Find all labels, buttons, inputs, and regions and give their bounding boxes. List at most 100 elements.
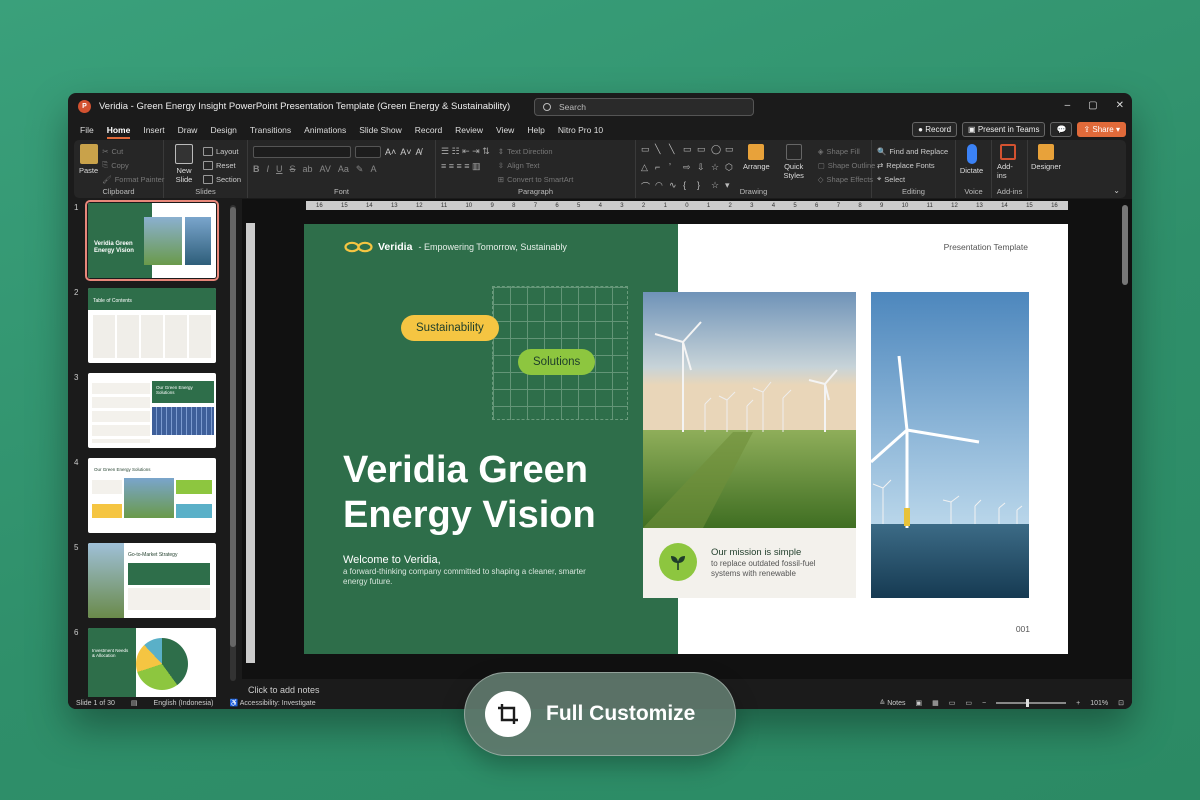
align-text-button[interactable]: ⇳ Align Text: [498, 158, 574, 172]
align-icons[interactable]: ≡ ≡ ≡ ≡ ▥: [441, 159, 490, 174]
notes-toggle[interactable]: ≙ Notes: [879, 699, 905, 707]
zoom-slider[interactable]: [996, 699, 1067, 707]
tab-slide-show[interactable]: Slide Show: [359, 122, 402, 138]
tab-transitions[interactable]: Transitions: [250, 122, 291, 138]
ruler-tick: 15: [340, 202, 348, 209]
cut-button[interactable]: ✂ Cut: [102, 144, 164, 158]
brand-tagline: - Empowering Tomorrow, Sustainably: [418, 242, 567, 252]
text-direction-button[interactable]: ⇕ Text Direction: [498, 144, 574, 158]
language-indicator[interactable]: English (Indonesia): [154, 700, 214, 707]
format-painter-button[interactable]: 🖌 Format Painter: [102, 172, 164, 186]
search-input[interactable]: Search: [534, 98, 754, 116]
shape-effects-button[interactable]: ◇ Shape Effects: [818, 172, 876, 186]
layout-button[interactable]: Layout: [203, 144, 241, 158]
copy-button[interactable]: ⎘ Copy: [102, 158, 164, 172]
editor-scrollbar[interactable]: [1122, 205, 1128, 285]
collapse-ribbon-icon[interactable]: ⌄: [1113, 186, 1120, 195]
addins-label: Add-ins: [997, 162, 1013, 180]
ribbon-tabs: File Home Insert Draw Design Transitions…: [68, 120, 1132, 140]
underline-icon[interactable]: U: [276, 164, 283, 175]
ruler-tick: 1: [706, 202, 711, 209]
tab-view[interactable]: View: [496, 122, 514, 138]
clipboard-group: Paste ✂ Cut ⎘ Copy 🖌 Format Painter Clip…: [74, 140, 164, 198]
slide-thumbnail-5[interactable]: Go-to-Market Strategy: [88, 543, 216, 618]
crop-icon-circle: [485, 691, 531, 737]
present-in-teams-button[interactable]: ▣ Present in Teams: [962, 122, 1046, 137]
thumbnails-scrollbar[interactable]: [230, 205, 236, 681]
grow-font-icon[interactable]: A˄: [385, 147, 396, 157]
replace-fonts-label: Replace Fonts: [886, 160, 935, 170]
fit-slide-icon[interactable]: ⊡: [1118, 699, 1124, 707]
tab-record[interactable]: Record: [415, 122, 442, 138]
slide-count: Slide 1 of 30: [76, 699, 115, 707]
ribbon: Paste ✂ Cut ⎘ Copy 🖌 Format Painter Clip…: [74, 140, 1126, 198]
designer-button[interactable]: Designer: [1031, 144, 1061, 171]
slide-sorter-icon[interactable]: ▦: [932, 699, 939, 707]
maximize-button[interactable]: ▢: [1088, 100, 1097, 111]
select-button[interactable]: ⌖ Select: [877, 172, 950, 186]
zoom-in-button[interactable]: +: [1076, 700, 1080, 707]
italic-icon[interactable]: I: [267, 164, 270, 175]
ruler-tick: 5: [577, 202, 581, 209]
addins-group-label: Add-ins: [996, 187, 1023, 196]
reset-button[interactable]: Reset: [203, 158, 241, 172]
tab-help[interactable]: Help: [527, 122, 544, 138]
tab-animations[interactable]: Animations: [304, 122, 346, 138]
clipboard-group-label: Clipboard: [102, 187, 135, 196]
zoom-out-button[interactable]: −: [982, 700, 986, 707]
record-button[interactable]: ● Record: [912, 122, 958, 137]
shape-fill-button[interactable]: ◈ Shape Fill: [818, 144, 876, 158]
dictate-button[interactable]: Dictate: [960, 144, 983, 175]
find-replace-button[interactable]: 🔍 Find and Replace: [877, 144, 950, 158]
case-icon[interactable]: Aa: [338, 164, 349, 175]
share-button[interactable]: ⇪ Share ▾: [1077, 122, 1126, 137]
tab-insert[interactable]: Insert: [143, 122, 164, 138]
slideshow-icon[interactable]: ▭: [965, 699, 972, 707]
normal-view-icon[interactable]: ▣: [916, 699, 923, 707]
shadow-icon[interactable]: ab: [303, 164, 313, 175]
slide-thumbnail-1[interactable]: Veridia Green Energy Vision: [85, 200, 219, 281]
accessibility-indicator[interactable]: ♿ Accessibility: Investigate: [229, 699, 315, 707]
tab-design[interactable]: Design: [210, 122, 236, 138]
full-customize-badge: Full Customize: [464, 672, 736, 756]
shape-outline-label: Shape Outline: [827, 160, 876, 170]
list-icons[interactable]: ☰ ☷ ⇤ ⇥ ⇅: [441, 144, 490, 159]
close-button[interactable]: ✕: [1116, 100, 1124, 111]
tab-review[interactable]: Review: [455, 122, 483, 138]
section-button[interactable]: Section: [203, 172, 241, 186]
slide-thumbnail-2[interactable]: Table of Contents: [88, 288, 216, 363]
voice-group-label: Voice: [964, 187, 983, 196]
font-color-icon[interactable]: A: [370, 164, 376, 175]
title-bar: P Veridia - Green Energy Insight PowerPo…: [68, 93, 1132, 120]
current-slide[interactable]: Veridia - Empowering Tomorrow, Sustainab…: [304, 224, 1068, 654]
shrink-font-icon[interactable]: A˅: [400, 147, 411, 157]
reading-view-icon[interactable]: ▭: [949, 699, 956, 707]
font-name-select[interactable]: [253, 146, 351, 158]
tab-draw[interactable]: Draw: [178, 122, 198, 138]
notes-label: Notes: [887, 700, 906, 707]
addins-button[interactable]: Add-ins: [997, 144, 1018, 180]
convert-smartart-button[interactable]: ⊞ Convert to SmartArt: [498, 172, 574, 186]
leaf-icon: [671, 556, 685, 570]
slide-thumbnail-4[interactable]: Our Green Energy Solutions: [88, 458, 216, 533]
zoom-level[interactable]: 101%: [1090, 700, 1108, 707]
tab-nitro[interactable]: Nitro Pro 10: [558, 122, 603, 138]
comments-button[interactable]: 💬: [1050, 122, 1073, 137]
slide-title-line-2: Energy Vision: [343, 494, 596, 536]
strikethrough-icon[interactable]: S: [290, 164, 296, 175]
bold-icon[interactable]: B: [253, 164, 260, 175]
slide-thumbnail-3[interactable]: Our Green Energy Solutions: [88, 373, 216, 448]
highlight-icon[interactable]: ✎: [356, 164, 364, 175]
tab-home[interactable]: Home: [106, 122, 130, 139]
minimize-button[interactable]: –: [1065, 100, 1071, 111]
tab-file[interactable]: File: [80, 122, 94, 138]
replace-fonts-button[interactable]: ⇄ Replace Fonts: [877, 158, 950, 172]
slide-title: Veridia Green Energy Vision: [343, 448, 663, 538]
shape-outline-button[interactable]: ▢ Shape Outline: [818, 158, 876, 172]
font-size-select[interactable]: [355, 146, 381, 158]
clear-format-icon[interactable]: A̸: [416, 147, 422, 157]
select-label: Select: [884, 174, 906, 184]
slide-thumbnail-6[interactable]: Investment Needs & Allocation: [88, 628, 216, 703]
spacing-icon[interactable]: AV: [320, 164, 331, 175]
spell-check-icon[interactable]: ▤: [131, 699, 138, 707]
